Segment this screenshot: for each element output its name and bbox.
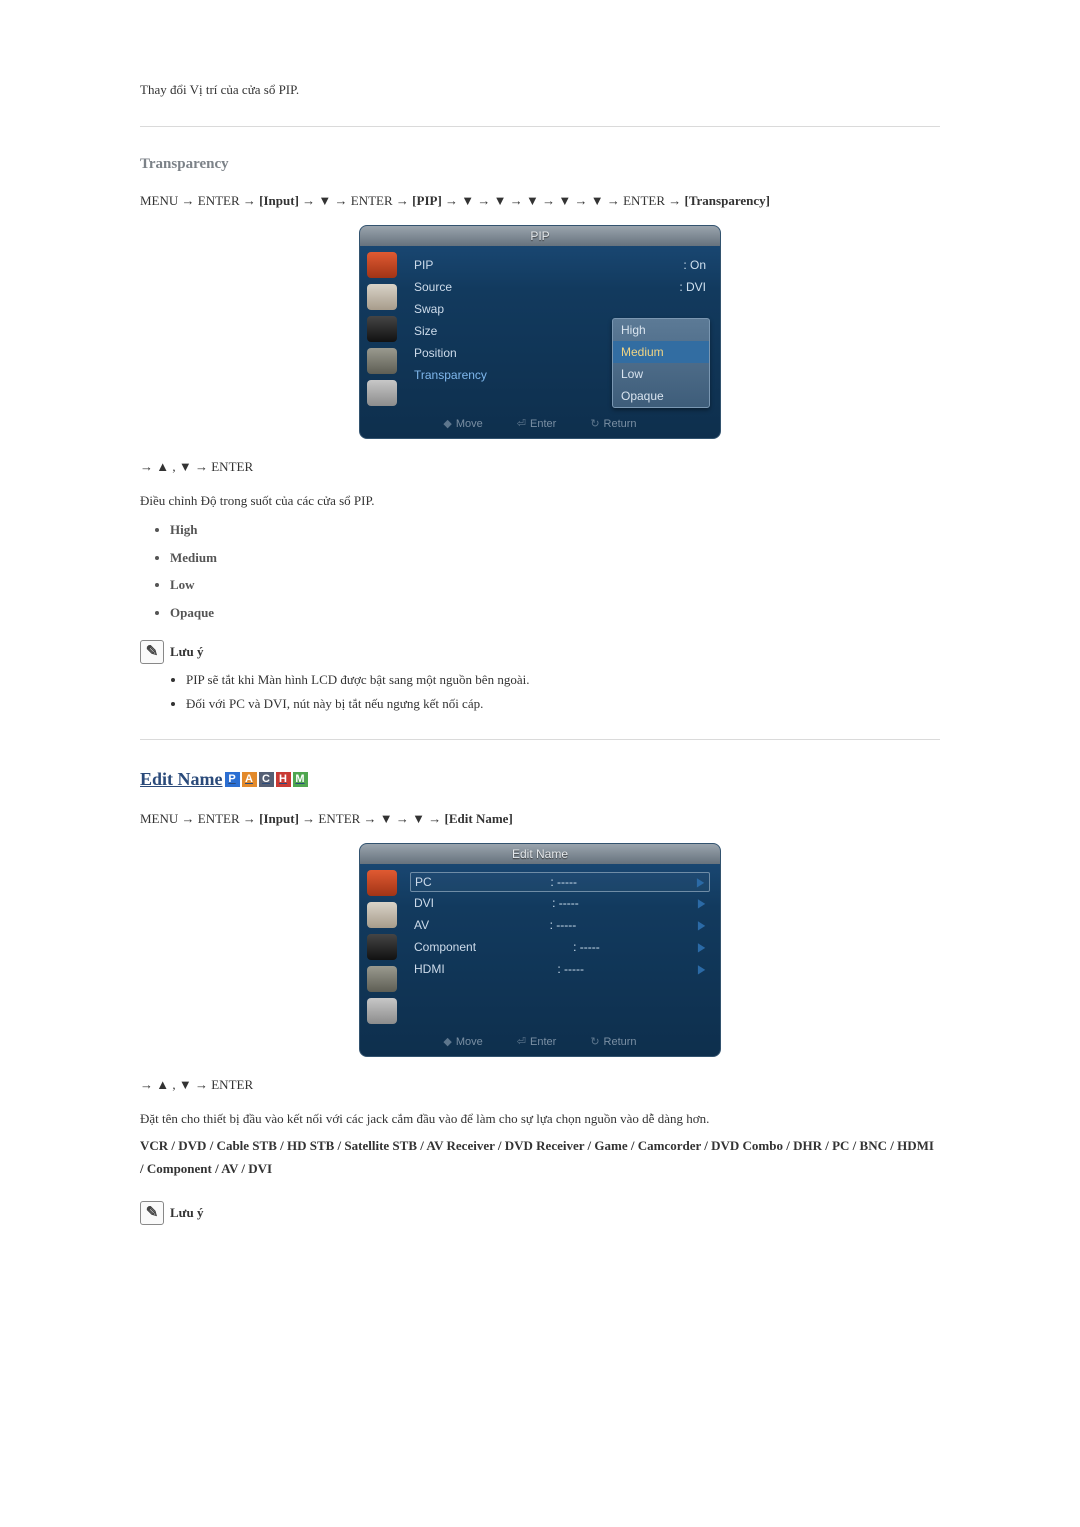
divider	[140, 739, 940, 740]
move-icon: ◆	[443, 1036, 451, 1048]
note-icon: ✎	[140, 1201, 164, 1225]
transparency-dropdown[interactable]: High Medium Low Opaque	[612, 318, 710, 408]
opt-low: Low	[170, 575, 940, 595]
picture-icon	[367, 902, 397, 928]
badge-p: P	[225, 772, 240, 787]
osd-sidebar	[360, 246, 404, 412]
transparency-heading: Transparency	[140, 153, 940, 176]
drop-medium[interactable]: Medium	[613, 341, 709, 363]
opt-medium: Medium	[170, 548, 940, 568]
chevron-right-icon: ▶	[698, 894, 705, 912]
row-pip: PIP	[414, 256, 433, 274]
enter-icon: ⏎	[517, 1036, 526, 1048]
badge-c: C	[259, 772, 274, 787]
note-list: PIP sẽ tắt khi Màn hình LCD được bật san…	[140, 670, 940, 713]
osd-title: PIP	[360, 226, 720, 246]
note-item: PIP sẽ tắt khi Màn hình LCD được bật san…	[186, 670, 940, 690]
move-icon: ◆	[443, 418, 451, 430]
chevron-right-icon: ▶	[698, 960, 705, 978]
row-size: Size	[414, 322, 437, 340]
editname-heading: Edit Name P A C H M	[140, 766, 940, 793]
picture-icon	[367, 284, 397, 310]
row-swap: Swap	[414, 300, 444, 318]
sound-icon	[367, 316, 397, 342]
editname-osd: Edit Name PC : ----- ▶ DVI	[359, 843, 721, 1058]
input-icon	[367, 870, 397, 896]
row-dvi[interactable]: DVI : ----- ▶	[410, 892, 710, 914]
drop-low[interactable]: Low	[613, 363, 709, 385]
note-item: Đối với PC và DVI, nút này bị tắt nếu ng…	[186, 694, 940, 714]
chevron-right-icon: ▶	[698, 938, 705, 956]
osd-title: Edit Name	[360, 844, 720, 864]
opt-high: High	[170, 520, 940, 540]
row-transparency: Transparency	[414, 366, 487, 384]
osd-footer: ◆Move ⏎Enter ↻Return	[360, 412, 720, 439]
drop-opaque[interactable]: Opaque	[613, 385, 709, 407]
osd-footer: ◆Move ⏎Enter ↻Return	[360, 1030, 720, 1057]
setup-icon	[367, 966, 397, 992]
row-source: Source	[414, 278, 452, 296]
enter-icon: ⏎	[517, 418, 526, 430]
input-icon	[367, 252, 397, 278]
transparency-options: High Medium Low Opaque	[140, 520, 940, 622]
chevron-right-icon: ▶	[697, 873, 704, 891]
transparency-nav-after: → ▲ , ▼ → ENTER	[140, 457, 940, 477]
sound-icon	[367, 934, 397, 960]
return-icon: ↻	[590, 418, 599, 430]
row-component[interactable]: Component : ----- ▶	[410, 936, 710, 958]
pip-osd: PIP PIP: On Source: DVI Swap Size Positi…	[359, 225, 721, 440]
multi-icon	[367, 998, 397, 1024]
row-position: Position	[414, 344, 457, 362]
row-hdmi[interactable]: HDMI : ----- ▶	[410, 958, 710, 980]
note-title: Lưu ý	[170, 642, 203, 662]
note-title: Lưu ý	[170, 1203, 203, 1223]
divider	[140, 126, 940, 127]
row-pc[interactable]: PC : ----- ▶	[410, 872, 710, 892]
osd-content: PIP: On Source: DVI Swap Size Position T…	[404, 246, 720, 412]
badge-a: A	[242, 772, 257, 787]
transparency-path: MENU → ENTER → [Input] → ▼ → ENTER → [PI…	[140, 191, 940, 211]
osd-content: PC : ----- ▶ DVI : ----- ▶ AV : ----- ▶	[404, 864, 720, 1030]
osd-sidebar	[360, 864, 404, 1030]
return-icon: ↻	[590, 1036, 599, 1048]
row-av[interactable]: AV : ----- ▶	[410, 914, 710, 936]
editname-nav-after: → ▲ , ▼ → ENTER	[140, 1075, 940, 1095]
chevron-right-icon: ▶	[698, 916, 705, 934]
editname-desc: Đặt tên cho thiết bị đầu vào kết nối với…	[140, 1109, 940, 1129]
transparency-desc: Điều chỉnh Độ trong suốt của các cửa sổ …	[140, 491, 940, 511]
badge-m: M	[293, 772, 308, 787]
pip-position-desc: Thay đổi Vị trí của cửa sổ PIP.	[140, 80, 940, 100]
editname-names: VCR / DVD / Cable STB / HD STB / Satelli…	[140, 1134, 940, 1181]
multi-icon	[367, 380, 397, 406]
editname-path: MENU → ENTER → [Input] → ENTER → ▼ → ▼ →…	[140, 809, 940, 829]
badge-h: H	[276, 772, 291, 787]
opt-opaque: Opaque	[170, 603, 940, 623]
note-icon: ✎	[140, 640, 164, 664]
drop-high[interactable]: High	[613, 319, 709, 341]
setup-icon	[367, 348, 397, 374]
